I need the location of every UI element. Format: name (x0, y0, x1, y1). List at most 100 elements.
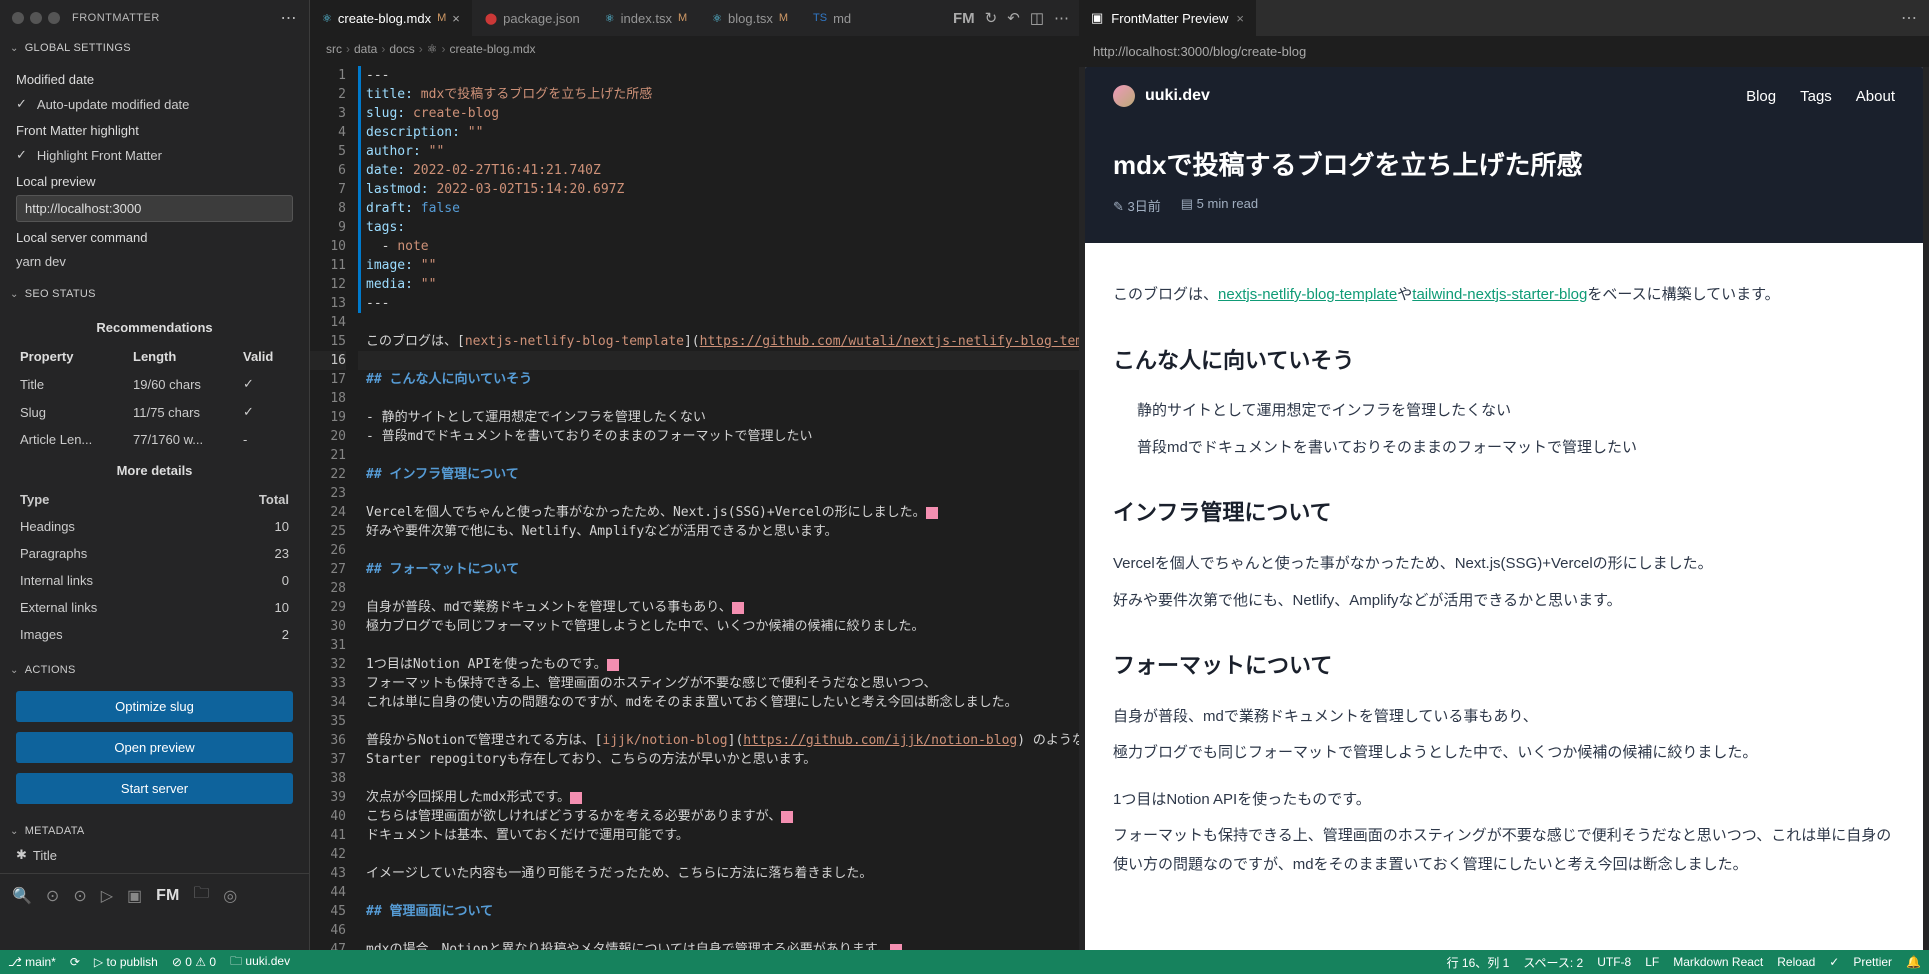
list-item: Internal links0 (16, 567, 293, 594)
editor-tab[interactable]: ⚛create-blog.mdxM× (310, 0, 473, 36)
list-item: 静的サイトとして運用想定でインフラを管理したくない (1137, 397, 1895, 426)
breadcrumb[interactable]: src›data›docs›⚛›create-blog.mdx (310, 36, 1079, 62)
optimize-slug-button[interactable]: Optimize slug (16, 691, 293, 722)
avatar (1113, 85, 1135, 107)
list-item: External links10 (16, 594, 293, 621)
code-editor[interactable]: 1234567891011121314151617181920212223242… (310, 62, 1079, 974)
prettier-check[interactable]: ✓ (1829, 955, 1839, 969)
file-icon: ⬤ (485, 12, 497, 25)
editor-tabs: ⚛create-blog.mdxM×⬤package.json⚛index.ts… (310, 0, 1079, 36)
bug-icon[interactable]: ⊙ (46, 886, 59, 906)
section-metadata[interactable]: ⌄ METADATA (0, 819, 309, 843)
preview-site[interactable]: uuki.dev Blog Tags About mdxで投稿するブログを立ち上げた… (1085, 67, 1923, 968)
section-actions[interactable]: ⌄ ACTIONS (0, 658, 309, 682)
auto-update-checkbox[interactable]: ✓ Auto-update modified date (16, 93, 293, 115)
seo-table: Property Length Valid Title19/60 chars✓S… (16, 343, 293, 453)
highlight-label: Front Matter highlight (16, 123, 293, 138)
line-col[interactable]: 行 16、列 1 (1447, 954, 1510, 971)
editor-tab[interactable]: ⬤package.json (473, 0, 593, 36)
site-nav: uuki.dev Blog Tags About (1085, 67, 1923, 125)
more-icon[interactable]: ⋯ (1054, 9, 1069, 27)
table-row: Slug11/75 chars✓ (16, 398, 293, 426)
errors-indicator[interactable]: ⊘ 0 ⚠ 0 (172, 955, 216, 969)
readtime-meta: ▤ 5 min read (1181, 196, 1258, 215)
nav-link[interactable]: About (1856, 88, 1895, 105)
h2-audience: こんな人に向いていそう (1113, 340, 1895, 382)
sidebar-header: FRONTMATTER ⋯ (0, 0, 309, 36)
split-icon[interactable]: ◫ (1030, 9, 1044, 27)
chevron-down-icon: ⌄ (10, 289, 19, 300)
sidebar-icon-row: 🔍 ⊙ ⊙ ▷ ▣ FM 🗀 ◎ (0, 873, 309, 917)
bell-icon[interactable]: 🔔 (1906, 955, 1921, 969)
publish-button[interactable]: ▷ to publish (94, 955, 158, 969)
fm-icon[interactable]: FM (156, 887, 179, 905)
chevron-down-icon: ⌄ (10, 43, 19, 54)
table-row: Title19/60 chars✓ (16, 370, 293, 398)
local-preview-input[interactable] (16, 195, 293, 222)
local-preview-label: Local preview (16, 174, 293, 189)
eol[interactable]: LF (1645, 955, 1659, 969)
preview-pane: ▣ FrontMatter Preview × ⋯ http://localho… (1079, 0, 1929, 974)
nav-link[interactable]: Blog (1746, 88, 1776, 105)
sidebar-title: FRONTMATTER (72, 12, 281, 24)
frontmatter-sidebar: FRONTMATTER ⋯ ⌄ GLOBAL SETTINGS Modified… (0, 0, 310, 974)
check-icon: ✓ (16, 96, 27, 112)
chevron-down-icon: ⌄ (10, 665, 19, 676)
file-icon: ⚛ (605, 12, 615, 25)
folder-icon[interactable]: 🗀 (193, 882, 209, 909)
reload[interactable]: Reload (1777, 955, 1815, 969)
window-controls[interactable] (12, 12, 60, 24)
list-item: 普段mdでドキュメントを書いておりそのままのフォーマットで管理したい (1137, 434, 1895, 463)
editor-tab[interactable]: ⚛blog.tsxM (700, 0, 801, 36)
recommendations-title: Recommendations (16, 320, 293, 335)
list-item: Paragraphs23 (16, 540, 293, 567)
link-tailwind-blog[interactable]: tailwind-nextjs-starter-blog (1412, 286, 1587, 303)
fm-icon[interactable]: FM (953, 10, 975, 27)
post-title: mdxで投稿するブログを立ち上げた所感 (1113, 145, 1895, 182)
preview-url: http://localhost:3000/blog/create-blog (1079, 36, 1929, 67)
hero: mdxで投稿するブログを立ち上げた所感 ✎ 3日前 ▤ 5 min read (1085, 125, 1923, 243)
section-seo-status[interactable]: ⌄ SEO STATUS (0, 282, 309, 306)
metadata-title-label: Title (33, 848, 57, 863)
branch-indicator[interactable]: ⎇ main* (8, 955, 56, 969)
close-icon[interactable]: × (452, 11, 460, 26)
prettier[interactable]: Prettier (1853, 955, 1892, 969)
editor-tab[interactable]: ⚛index.tsxM (593, 0, 700, 36)
clock-icon[interactable]: ⊙ (73, 886, 86, 906)
chevron-down-icon: ⌄ (10, 826, 19, 837)
site-name[interactable]: uuki.dev (1145, 87, 1210, 105)
status-bar: ⎇ main* ⟳ ▷ to publish ⊘ 0 ⚠ 0 🗀 uuki.de… (0, 950, 1929, 974)
play-icon[interactable]: ▷ (101, 886, 113, 906)
editor-tab[interactable]: TSmd (801, 0, 864, 36)
highlight-checkbox[interactable]: ✓ Highlight Front Matter (16, 144, 293, 166)
open-preview-button[interactable]: Open preview (16, 732, 293, 763)
link-nextjs-template[interactable]: nextjs-netlify-blog-template (1218, 286, 1397, 303)
encoding[interactable]: UTF-8 (1597, 955, 1631, 969)
server-cmd-label: Local server command (16, 230, 293, 245)
editor-pane: ⚛create-blog.mdxM×⬤package.json⚛index.ts… (310, 0, 1079, 974)
article-body: このブログは、nextjs-netlify-blog-templateやtail… (1085, 243, 1923, 917)
table-row: Article Len...77/1760 w...- (16, 426, 293, 453)
more-icon[interactable]: ⋯ (1889, 8, 1929, 28)
start-server-button[interactable]: Start server (16, 773, 293, 804)
preview-tab[interactable]: ▣ FrontMatter Preview × (1079, 0, 1256, 36)
library-icon[interactable]: ▣ (127, 886, 142, 906)
section-global-settings[interactable]: ⌄ GLOBAL SETTINGS (0, 36, 309, 60)
target-icon[interactable]: ◎ (223, 886, 237, 906)
nav-link[interactable]: Tags (1800, 88, 1832, 105)
file-icon: ⚛ (322, 12, 332, 25)
list-item: Images2 (16, 621, 293, 648)
spaces[interactable]: スペース: 2 (1523, 954, 1583, 971)
file-icon: ⚛ (712, 12, 722, 25)
asterisk-icon: ✱ (16, 847, 27, 863)
sync-icon[interactable]: ⟳ (70, 955, 80, 969)
more-details-title: More details (16, 463, 293, 478)
search-icon[interactable]: 🔍 (12, 886, 32, 906)
clock-icon[interactable]: ↻ (985, 9, 998, 27)
workspace-indicator[interactable]: 🗀 uuki.dev (230, 952, 290, 973)
more-icon[interactable]: ⋯ (281, 8, 298, 28)
check-icon: ✓ (16, 147, 27, 163)
language-mode[interactable]: Markdown React (1673, 955, 1763, 969)
back-icon[interactable]: ↶ (1007, 9, 1020, 27)
close-icon[interactable]: × (1236, 11, 1244, 26)
